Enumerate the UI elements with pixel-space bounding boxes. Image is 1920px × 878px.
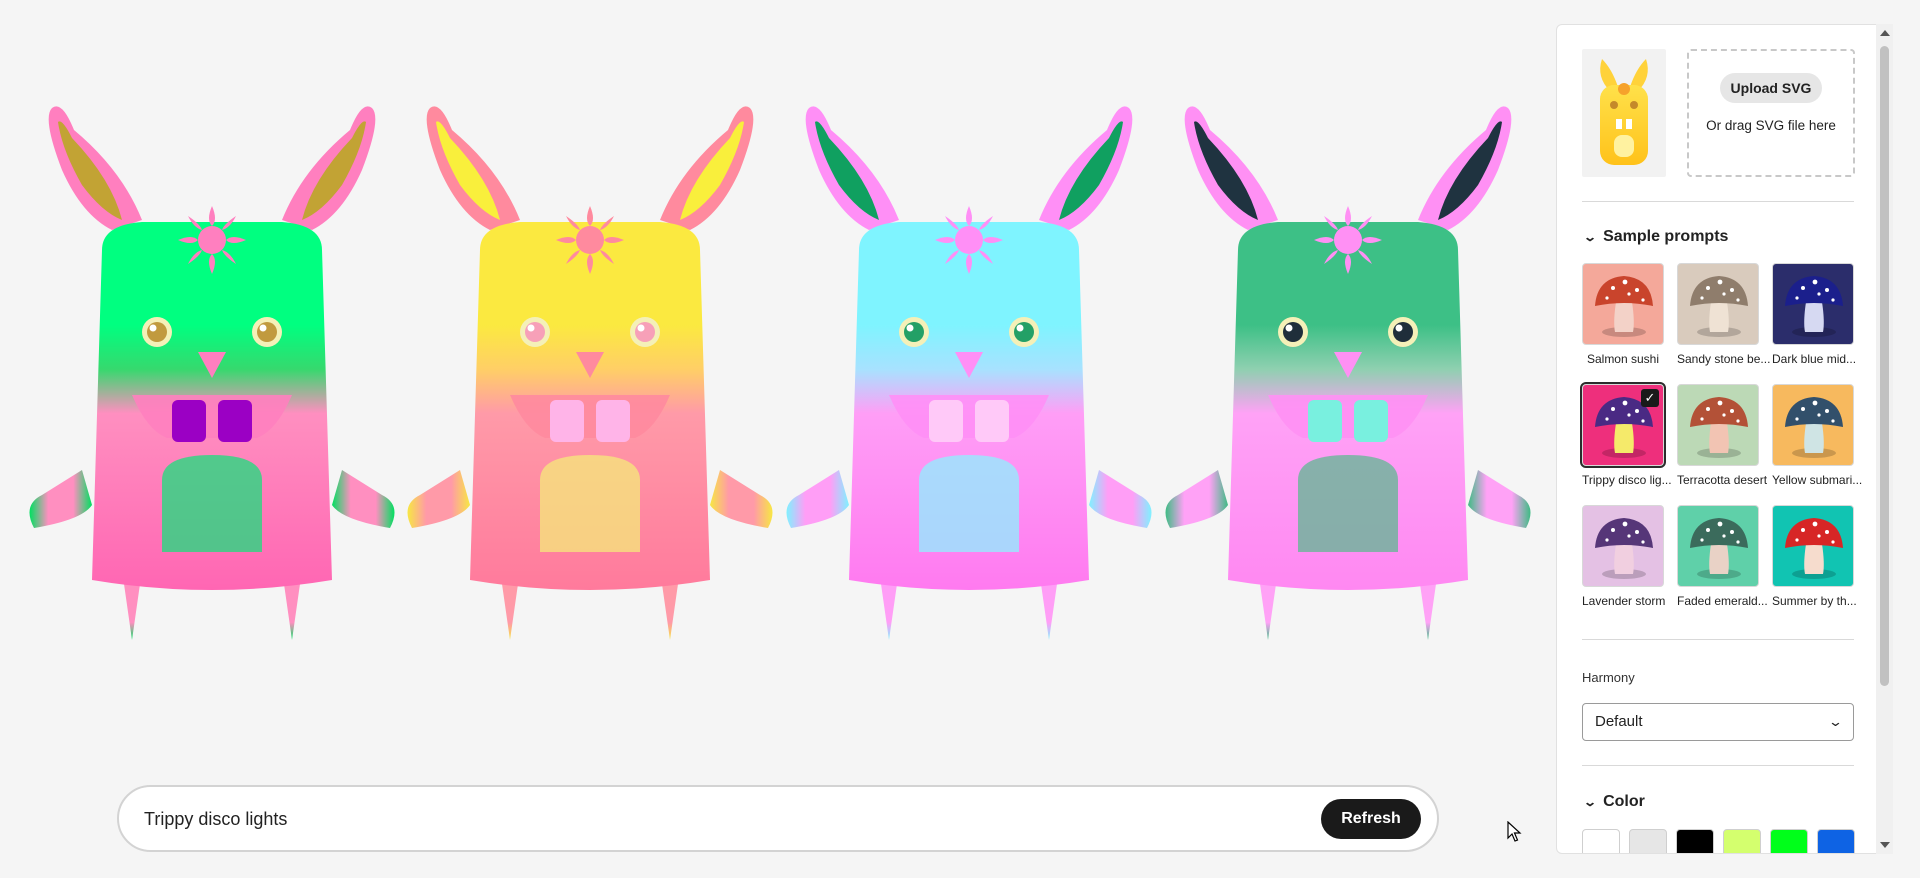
sample-prompt-label: Summer by th... [1772, 594, 1857, 608]
settings-panel: Upload SVG Or drag SVG file here ⌄ Sampl… [1556, 24, 1893, 854]
mushroom-icon [1785, 397, 1843, 458]
sample-prompt-thumbnail[interactable] [1677, 263, 1759, 345]
harmony-label: Harmony [1582, 670, 1635, 685]
color-chip-row [1582, 829, 1872, 853]
upload-svg-button[interactable]: Upload SVG [1720, 73, 1822, 103]
sample-prompt-thumbnail[interactable] [1582, 505, 1664, 587]
sample-prompt-label: Terracotta desert [1677, 473, 1768, 487]
bunny-variant-4[interactable] [1158, 100, 1538, 660]
sample-prompt-label: Trippy disco lig... [1582, 473, 1672, 487]
sample-prompt-label: Salmon sushi [1586, 352, 1660, 366]
sample-prompt-item[interactable]: Terracotta desert [1677, 384, 1768, 487]
color-title: Color [1603, 793, 1645, 810]
sample-prompt-label: Sandy stone be... [1677, 352, 1771, 366]
bunny-art [29, 106, 395, 640]
sample-prompt-thumbnail[interactable] [1677, 505, 1759, 587]
bunny-art [407, 106, 773, 640]
harmony-value: Default [1595, 713, 1643, 730]
mushroom-icon [1690, 276, 1748, 337]
sample-prompt-label: Dark blue mid... [1772, 352, 1857, 366]
sample-prompt-item[interactable]: Salmon sushi [1582, 263, 1664, 366]
harmony-select[interactable]: Default ⌄ [1582, 703, 1854, 741]
prompt-input[interactable] [144, 805, 1244, 833]
color-chip[interactable] [1770, 829, 1808, 853]
mushroom-icon [1785, 518, 1843, 579]
mushroom-icon [1595, 276, 1653, 337]
divider [1582, 201, 1854, 202]
sample-prompt-label: Lavender storm [1582, 594, 1666, 608]
svg-dropzone[interactable]: Upload SVG Or drag SVG file here [1687, 49, 1855, 177]
sample-prompt-item[interactable]: Yellow submari... [1772, 384, 1863, 487]
dropzone-hint: Or drag SVG file here [1706, 118, 1836, 133]
color-chip[interactable] [1582, 829, 1620, 853]
refresh-button[interactable]: Refresh [1321, 799, 1421, 839]
sample-prompt-item[interactable]: Dark blue mid... [1772, 263, 1857, 366]
bunny-art [1165, 106, 1531, 640]
scroll-thumb[interactable] [1880, 46, 1889, 686]
bunny-variant-2[interactable] [400, 100, 780, 660]
color-chip[interactable] [1723, 829, 1761, 853]
preview-canvas [0, 0, 1555, 878]
bunny-variant-3[interactable] [779, 100, 1159, 660]
sample-prompt-item[interactable]: Faded emerald... [1677, 505, 1768, 608]
scroll-up-icon[interactable] [1880, 30, 1890, 36]
color-chip[interactable] [1629, 829, 1667, 853]
mushroom-icon [1785, 276, 1843, 337]
sample-prompt-thumbnail[interactable] [1772, 263, 1854, 345]
chevron-down-icon: ⌄ [1582, 795, 1598, 809]
mushroom-icon [1690, 518, 1748, 579]
sample-prompt-item[interactable]: ✓ Trippy disco lig... [1580, 382, 1672, 487]
color-chip[interactable] [1676, 829, 1714, 853]
chevron-down-icon: ⌄ [1827, 714, 1844, 729]
sample-prompt-thumbnail[interactable] [1772, 505, 1854, 587]
panel-scrollbar[interactable] [1876, 24, 1893, 854]
sample-prompt-item[interactable]: Sandy stone be... [1677, 263, 1771, 366]
sample-prompt-thumbnail[interactable] [1677, 384, 1759, 466]
mushroom-icon [1690, 397, 1748, 458]
color-chip[interactable] [1817, 829, 1855, 853]
divider [1582, 639, 1854, 640]
bunny-art [786, 106, 1152, 640]
sample-prompt-label: Yellow submari... [1772, 473, 1863, 487]
chevron-down-icon: ⌄ [1582, 230, 1598, 244]
sample-prompt-thumbnail[interactable] [1582, 263, 1664, 345]
sample-prompt-item[interactable]: Summer by th... [1772, 505, 1857, 608]
mushroom-icon [1595, 518, 1653, 579]
color-header[interactable]: ⌄ Color [1582, 793, 1645, 811]
checkmark-icon: ✓ [1641, 389, 1659, 407]
divider [1582, 765, 1854, 766]
sample-prompt-thumbnail[interactable] [1772, 384, 1854, 466]
sample-prompt-item[interactable]: Lavender storm [1582, 505, 1666, 608]
bunny-variant-1[interactable] [22, 100, 402, 660]
source-image-thumbnail [1582, 49, 1666, 177]
sample-prompt-label: Faded emerald... [1677, 594, 1768, 608]
bunny-thumbnail-icon [1600, 59, 1648, 165]
sample-prompt-thumbnail[interactable]: ✓ [1580, 382, 1666, 468]
mouse-cursor-icon [1507, 821, 1522, 842]
sample-prompts-header[interactable]: ⌄ Sample prompts [1582, 228, 1729, 246]
scroll-down-icon[interactable] [1880, 842, 1890, 848]
sample-prompts-title: Sample prompts [1603, 228, 1729, 245]
prompt-bar: Refresh [117, 785, 1439, 852]
